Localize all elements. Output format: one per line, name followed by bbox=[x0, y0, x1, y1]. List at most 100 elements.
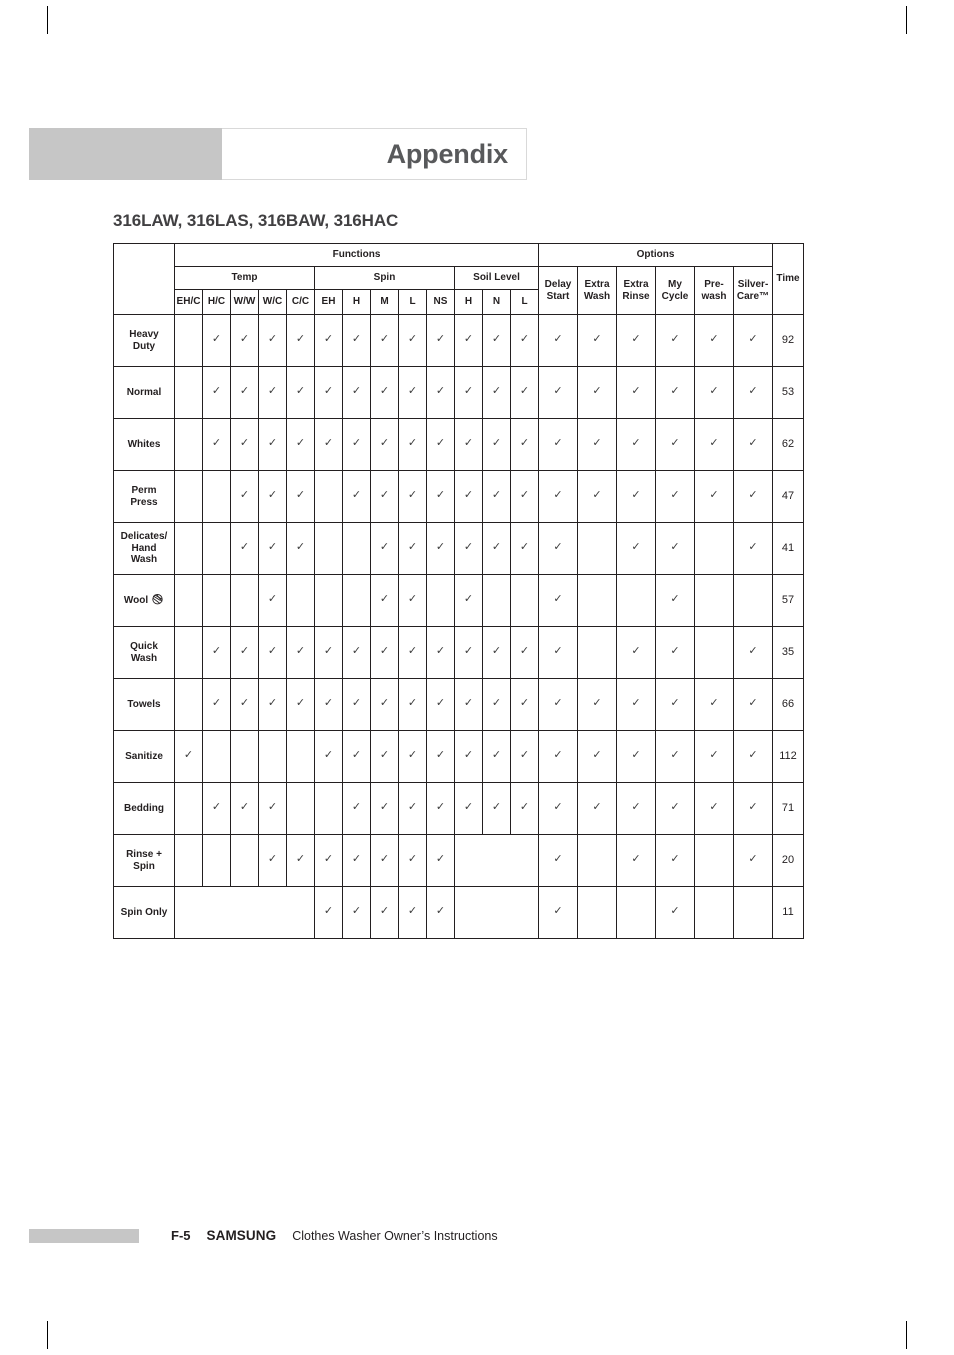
check-icon: ✓ bbox=[239, 800, 250, 813]
check-icon: ✓ bbox=[631, 644, 641, 657]
option-cell-5: ✓ bbox=[694, 730, 734, 783]
check-icon: ✓ bbox=[463, 332, 474, 345]
header-title-box: Appendix bbox=[222, 128, 527, 180]
check-icon: ✓ bbox=[239, 488, 250, 501]
check-icon: ✓ bbox=[519, 800, 530, 813]
option-cell-4: ✓ bbox=[655, 418, 695, 471]
spin-cell-4: ✓ bbox=[398, 314, 427, 367]
check-icon: ✓ bbox=[553, 436, 563, 449]
temp-cell-5: ✓ bbox=[286, 626, 315, 679]
spin-cell-3: ✓ bbox=[370, 886, 399, 939]
option-cell-2: ✓ bbox=[577, 730, 617, 783]
spin-cell-3: ✓ bbox=[370, 418, 399, 471]
table-row: Delicates/Hand Wash ✓ ✓ ✓ ✓ ✓ ✓ ✓ ✓ ✓ ✓ ✓ ✓ ✓ 41 bbox=[113, 522, 804, 575]
temp-cell-5: ✓ bbox=[286, 470, 315, 523]
check-icon: ✓ bbox=[211, 696, 222, 709]
temp-cell-4: ✓ bbox=[258, 678, 287, 731]
check-icon: ✓ bbox=[295, 540, 306, 553]
option-cell-1: ✓ bbox=[538, 834, 578, 887]
soil-cell-2: ✓ bbox=[482, 678, 511, 731]
option-cell-2: ✓ bbox=[577, 314, 617, 367]
option-column-header-4: My Cycle bbox=[655, 266, 695, 315]
check-icon: ✓ bbox=[435, 436, 446, 449]
cycle-name-cell: Normal bbox=[113, 366, 175, 419]
temp-cell-5: ✓ bbox=[286, 834, 315, 887]
check-icon: ✓ bbox=[211, 436, 222, 449]
temp-cell-1 bbox=[174, 782, 203, 835]
check-icon: ✓ bbox=[491, 800, 502, 813]
spin-cell-5: ✓ bbox=[426, 522, 455, 575]
spin-cell-1 bbox=[314, 782, 343, 835]
check-icon: ✓ bbox=[592, 384, 602, 397]
check-icon: ✓ bbox=[709, 696, 719, 709]
check-icon: ✓ bbox=[239, 696, 250, 709]
table-head-group-row: Functions Options Time bbox=[113, 243, 804, 315]
option-cell-4: ✓ bbox=[655, 314, 695, 367]
temp-cell-2 bbox=[202, 730, 231, 783]
option-column-header-3: Extra Rinse bbox=[616, 266, 656, 315]
option-cell-2: ✓ bbox=[577, 418, 617, 471]
spin-cell-4: ✓ bbox=[398, 678, 427, 731]
check-icon: ✓ bbox=[351, 488, 362, 501]
soil-cell-3: ✓ bbox=[510, 522, 539, 575]
option-cell-2 bbox=[577, 834, 617, 887]
check-icon: ✓ bbox=[553, 644, 563, 657]
cycle-specification-table: Functions Options Time Temp Spin Soil Le… bbox=[113, 243, 804, 939]
check-icon: ✓ bbox=[463, 800, 474, 813]
option-cell-2 bbox=[577, 886, 617, 939]
time-value: 92 bbox=[781, 334, 795, 347]
table-row: Whites ✓ ✓ ✓ ✓ ✓ ✓ ✓ ✓ ✓ ✓ ✓ ✓ ✓ ✓ ✓ ✓ ✓ ✓ 62 bbox=[113, 418, 804, 471]
temp-cell-4: ✓ bbox=[258, 418, 287, 471]
temp-cell-4 bbox=[258, 730, 287, 783]
temp-cell-4: ✓ bbox=[258, 626, 287, 679]
soil-cell-3: ✓ bbox=[510, 626, 539, 679]
option-cell-3: ✓ bbox=[616, 782, 656, 835]
cycle-name-cell: Bedding bbox=[113, 782, 175, 835]
time-cell: 20 bbox=[772, 834, 804, 887]
spin-cell-3: ✓ bbox=[370, 314, 399, 367]
check-icon: ✓ bbox=[670, 696, 680, 709]
check-icon: ✓ bbox=[553, 332, 563, 345]
check-icon: ✓ bbox=[267, 384, 278, 397]
check-icon: ✓ bbox=[351, 800, 362, 813]
temp-cell-1 bbox=[174, 626, 203, 679]
check-icon: ✓ bbox=[435, 384, 446, 397]
check-icon: ✓ bbox=[351, 748, 362, 761]
check-icon: ✓ bbox=[519, 332, 530, 345]
check-icon: ✓ bbox=[267, 436, 278, 449]
option-cell-1: ✓ bbox=[538, 574, 578, 627]
spin-cell-5 bbox=[426, 574, 455, 627]
option-cell-6: ✓ bbox=[733, 418, 773, 471]
check-icon: ✓ bbox=[748, 800, 758, 813]
check-icon: ✓ bbox=[435, 852, 446, 865]
check-icon: ✓ bbox=[463, 644, 474, 657]
cycle-label: Whites bbox=[127, 438, 161, 450]
header-gray-block bbox=[29, 128, 222, 180]
functions-group-header: Functions bbox=[174, 243, 539, 267]
cycle-name-cell: Towels bbox=[113, 678, 175, 731]
temp-cell-5: ✓ bbox=[286, 366, 315, 419]
check-icon: ✓ bbox=[407, 332, 418, 345]
spin-cell-4: ✓ bbox=[398, 886, 427, 939]
temp-cell-3: ✓ bbox=[230, 626, 259, 679]
spin-cell-5: ✓ bbox=[426, 886, 455, 939]
temp-cell-4: ✓ bbox=[258, 470, 287, 523]
temp-cell-3 bbox=[230, 834, 259, 887]
page-header: Appendix bbox=[29, 128, 527, 180]
option-cell-3: ✓ bbox=[616, 626, 656, 679]
option-cell-5: ✓ bbox=[694, 314, 734, 367]
check-icon: ✓ bbox=[553, 800, 563, 813]
spin-cell-1: ✓ bbox=[314, 626, 343, 679]
check-icon: ✓ bbox=[519, 644, 530, 657]
option-cell-1: ✓ bbox=[538, 886, 578, 939]
check-icon: ✓ bbox=[435, 800, 446, 813]
page-title: Appendix bbox=[386, 138, 509, 169]
time-value: 66 bbox=[781, 698, 795, 711]
time-cell: 66 bbox=[772, 678, 804, 731]
table-row: Sanitize ✓ ✓ ✓ ✓ ✓ ✓ ✓ ✓ ✓ ✓ ✓ ✓ ✓ ✓ ✓ 112 bbox=[113, 730, 804, 783]
time-cell: 47 bbox=[772, 470, 804, 523]
cycle-label: Towels bbox=[127, 698, 161, 710]
check-icon: ✓ bbox=[491, 384, 502, 397]
spin-cell-3: ✓ bbox=[370, 730, 399, 783]
check-icon: ✓ bbox=[295, 852, 306, 865]
